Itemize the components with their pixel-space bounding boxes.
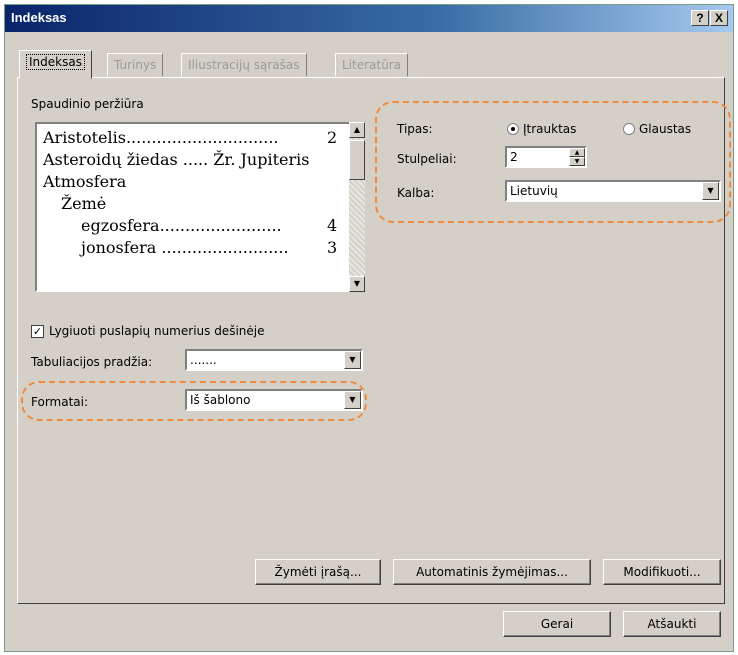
radio-indented-label[interactable]: Įtrauktas	[523, 122, 576, 136]
tab-index[interactable]: Indeksas	[19, 50, 92, 79]
type-label: Tipas:	[397, 122, 433, 136]
spin-down-icon[interactable]: ▼	[569, 157, 585, 166]
chevron-down-icon[interactable]: ▼	[344, 351, 361, 369]
mark-entry-button[interactable]: Žymėti įrašą...	[255, 559, 381, 585]
preview-line: Atmosfera	[43, 172, 127, 191]
cancel-button[interactable]: Atšaukti	[623, 611, 721, 637]
spin-up-icon[interactable]: ▲	[569, 148, 585, 157]
language-select[interactable]: Lietuvių	[505, 180, 721, 202]
scroll-up-arrow-icon[interactable]: ▲	[349, 122, 365, 138]
close-button[interactable]: X	[710, 10, 728, 26]
preview-line: Žemė	[61, 194, 107, 213]
tab-contents[interactable]: Turinys	[107, 53, 164, 77]
print-preview: Aristotelis.............................…	[35, 122, 365, 292]
formats-select[interactable]: Iš šablono	[185, 389, 363, 411]
automark-button[interactable]: Automatinis žymėjimas...	[393, 559, 591, 585]
tab-leader-select[interactable]: .......	[185, 349, 363, 371]
radio-indented[interactable]	[507, 123, 519, 135]
columns-label: Stulpeliai:	[397, 152, 457, 166]
preview-line: egzosfera........................ 4	[81, 216, 338, 235]
chevron-down-icon[interactable]: ▼	[702, 182, 719, 200]
preview-scrollbar[interactable]: ▲ ▼	[349, 122, 365, 292]
tab-illustrations[interactable]: Iliustracijų sąrašas	[181, 53, 307, 77]
radio-runin[interactable]	[623, 123, 635, 135]
help-button[interactable]: ?	[691, 10, 709, 26]
modify-button[interactable]: Modifikuoti...	[603, 559, 721, 585]
scroll-thumb[interactable]	[349, 140, 365, 180]
title-bar[interactable]: Indeksas ? X	[5, 5, 733, 32]
align-right-checkbox[interactable]: ✓	[31, 325, 44, 338]
preview-label: Spaudinio peržiūra	[31, 97, 144, 111]
preview-line: Aristotelis.............................…	[43, 128, 338, 147]
preview-line: Asteroidų žiedas ..... Žr. Jupiteris	[43, 150, 310, 169]
tab-leader-label: Tabuliacijos pradžia:	[31, 355, 153, 369]
radio-runin-label[interactable]: Glaustas	[639, 122, 691, 136]
scroll-down-arrow-icon[interactable]: ▼	[349, 276, 365, 292]
chevron-down-icon[interactable]: ▼	[344, 391, 361, 409]
ok-button[interactable]: Gerai	[503, 611, 611, 637]
preview-line: jonosfera ......................... 3	[81, 238, 338, 257]
language-label: Kalba:	[397, 186, 435, 200]
index-dialog: Indeksas ? X Indeksas Turinys Iliustraci…	[4, 4, 734, 652]
dialog-title: Indeksas	[11, 10, 67, 25]
formats-label: Formatai:	[31, 395, 89, 409]
tab-bibliography[interactable]: Literatūra	[335, 53, 408, 77]
align-right-label[interactable]: Lygiuoti puslapių numerius dešinėje	[49, 324, 264, 338]
